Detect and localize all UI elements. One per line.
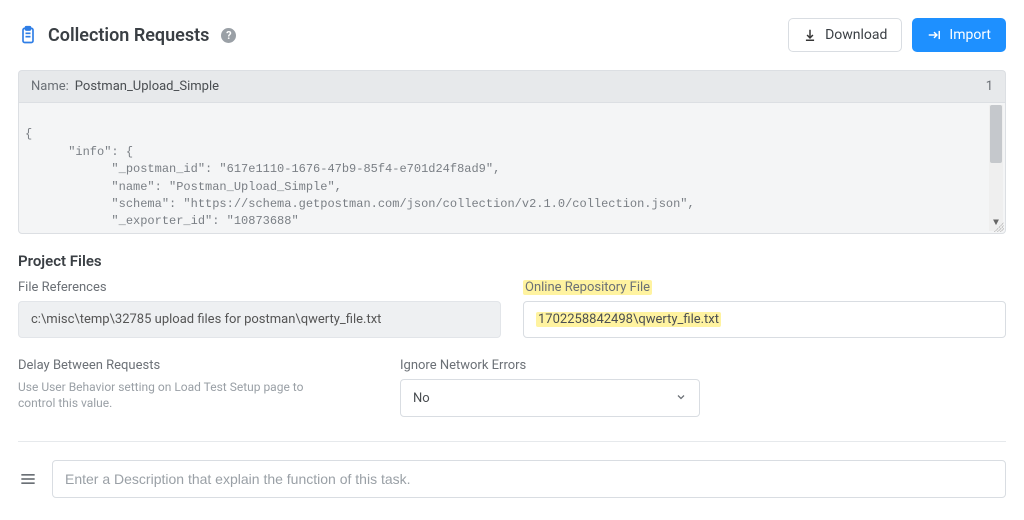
description-row <box>18 460 1006 498</box>
import-icon <box>927 28 941 42</box>
header-left: Collection Requests ? <box>18 24 788 46</box>
ignore-errors-label: Ignore Network Errors <box>400 358 1006 373</box>
options-row: Delay Between Requests Use User Behavior… <box>18 358 1006 417</box>
menu-icon[interactable] <box>18 469 38 489</box>
file-references-value: c:\misc\temp\32785 upload files for post… <box>18 301 501 338</box>
clipboard-icon <box>18 24 38 46</box>
project-files-heading: Project Files <box>18 252 1006 270</box>
delay-helper: Use User Behavior setting on Load Test S… <box>18 379 338 411</box>
scrollbar-thumb[interactable] <box>990 105 1002 163</box>
ignore-errors-select[interactable]: No <box>400 379 700 417</box>
online-repo-label: Online Repository File <box>523 280 1006 295</box>
delay-label: Delay Between Requests <box>18 358 378 373</box>
header-actions: Download Import <box>788 18 1006 52</box>
description-input[interactable] <box>52 460 1006 498</box>
name-value: Postman_Upload_Simple <box>75 79 219 94</box>
page-header: Collection Requests ? Download Import <box>18 18 1006 52</box>
file-references-label: File References <box>18 280 501 295</box>
collection-name-bar: Name: Postman_Upload_Simple 1 <box>18 70 1006 102</box>
download-button[interactable]: Download <box>788 18 902 52</box>
code-content: { "info": { "_postman_id": "617e1110-167… <box>25 127 695 234</box>
project-files-row: File References c:\misc\temp\32785 uploa… <box>18 280 1006 338</box>
download-icon <box>803 28 817 42</box>
ignore-errors-value: No <box>413 391 430 406</box>
section-divider <box>18 441 1006 442</box>
page-title: Collection Requests <box>48 25 209 46</box>
resize-handle-icon[interactable] <box>994 222 1004 232</box>
help-icon[interactable]: ? <box>221 28 236 43</box>
download-label: Download <box>825 27 887 43</box>
import-button[interactable]: Import <box>912 18 1006 52</box>
name-label: Name: <box>31 79 69 94</box>
collection-json-viewer[interactable]: { "info": { "_postman_id": "617e1110-167… <box>18 102 1006 234</box>
chevron-down-icon <box>675 391 687 406</box>
collection-count: 1 <box>986 79 993 94</box>
import-label: Import <box>949 27 991 43</box>
online-repo-value[interactable]: 1702258842498\qwerty_file.txt <box>523 301 1006 338</box>
